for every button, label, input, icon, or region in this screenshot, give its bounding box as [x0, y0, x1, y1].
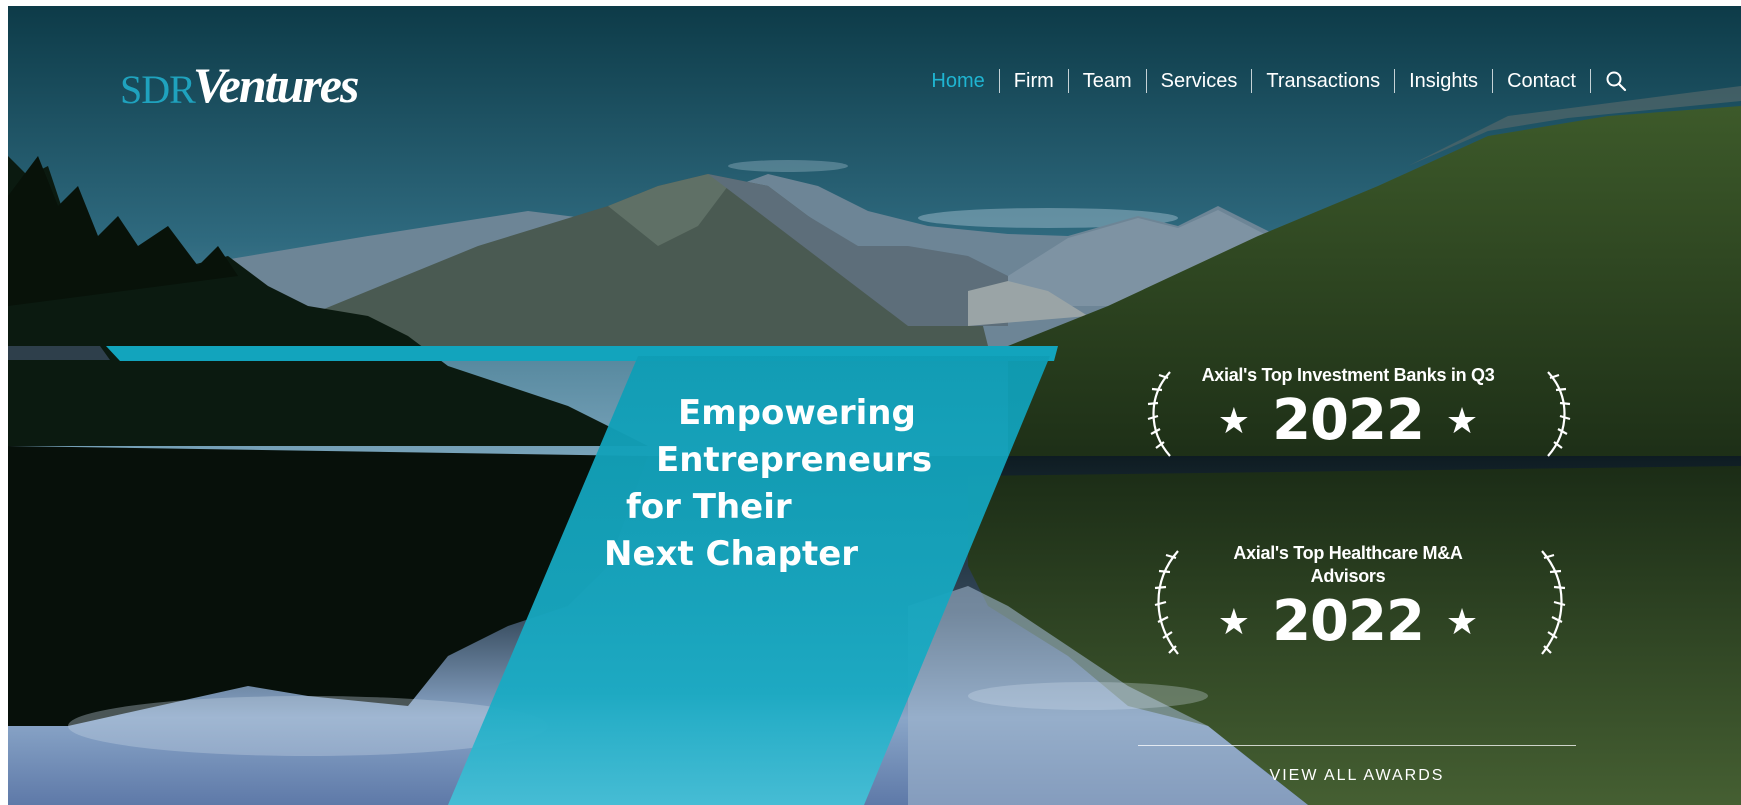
search-icon [1606, 71, 1627, 92]
nav-home[interactable]: Home [917, 69, 1000, 93]
award-investment-banks: Axial's Top Investment Banks in Q3 ★ 202… [1148, 364, 1548, 451]
headline-line-2: Entrepreneurs [656, 440, 933, 480]
headline-line-3: for Their [626, 487, 792, 527]
awards-divider [1138, 745, 1576, 746]
headline-line-1: Empowering [678, 393, 916, 433]
star-icon: ★ [1445, 601, 1479, 642]
award-title-line-1: Axial's Top Healthcare M&A [1233, 543, 1463, 563]
nav-insights[interactable]: Insights [1395, 69, 1494, 93]
sdr-ventures-logo[interactable]: SDR Ventures [120, 50, 360, 113]
nav-services[interactable]: Services [1147, 69, 1253, 93]
view-all-awards-link[interactable]: VIEW ALL AWARDS [1138, 767, 1576, 785]
nav-transactions[interactable]: Transactions [1252, 69, 1396, 93]
award-year: 2022 [1272, 388, 1425, 453]
award-title-line-2: Advisors [1310, 566, 1386, 586]
nav-contact[interactable]: Contact [1493, 69, 1591, 93]
star-icon: ★ [1217, 400, 1251, 441]
award-healthcare-advisors: Axial's Top Healthcare M&A Advisors ★ 20… [1148, 542, 1548, 652]
search-button[interactable] [1603, 68, 1629, 94]
nav-team[interactable]: Team [1069, 69, 1147, 93]
star-icon: ★ [1217, 601, 1251, 642]
award-title: Axial's Top Investment Banks in Q3 [1201, 365, 1495, 385]
hero-banner: SDR Ventures Home Firm Team Services Tra… [8, 6, 1741, 805]
hero-headline: Empowering Entrepreneurs for Their Next … [604, 390, 1004, 578]
logo-main: Ventures [192, 57, 360, 113]
award-year: 2022 [1272, 589, 1425, 654]
nav-firm[interactable]: Firm [1000, 69, 1069, 93]
logo-prefix: SDR [120, 67, 196, 112]
headline-line-4: Next Chapter [604, 534, 859, 574]
main-nav: Home Firm Team Services Transactions Ins… [917, 68, 1629, 94]
star-icon: ★ [1445, 400, 1479, 441]
